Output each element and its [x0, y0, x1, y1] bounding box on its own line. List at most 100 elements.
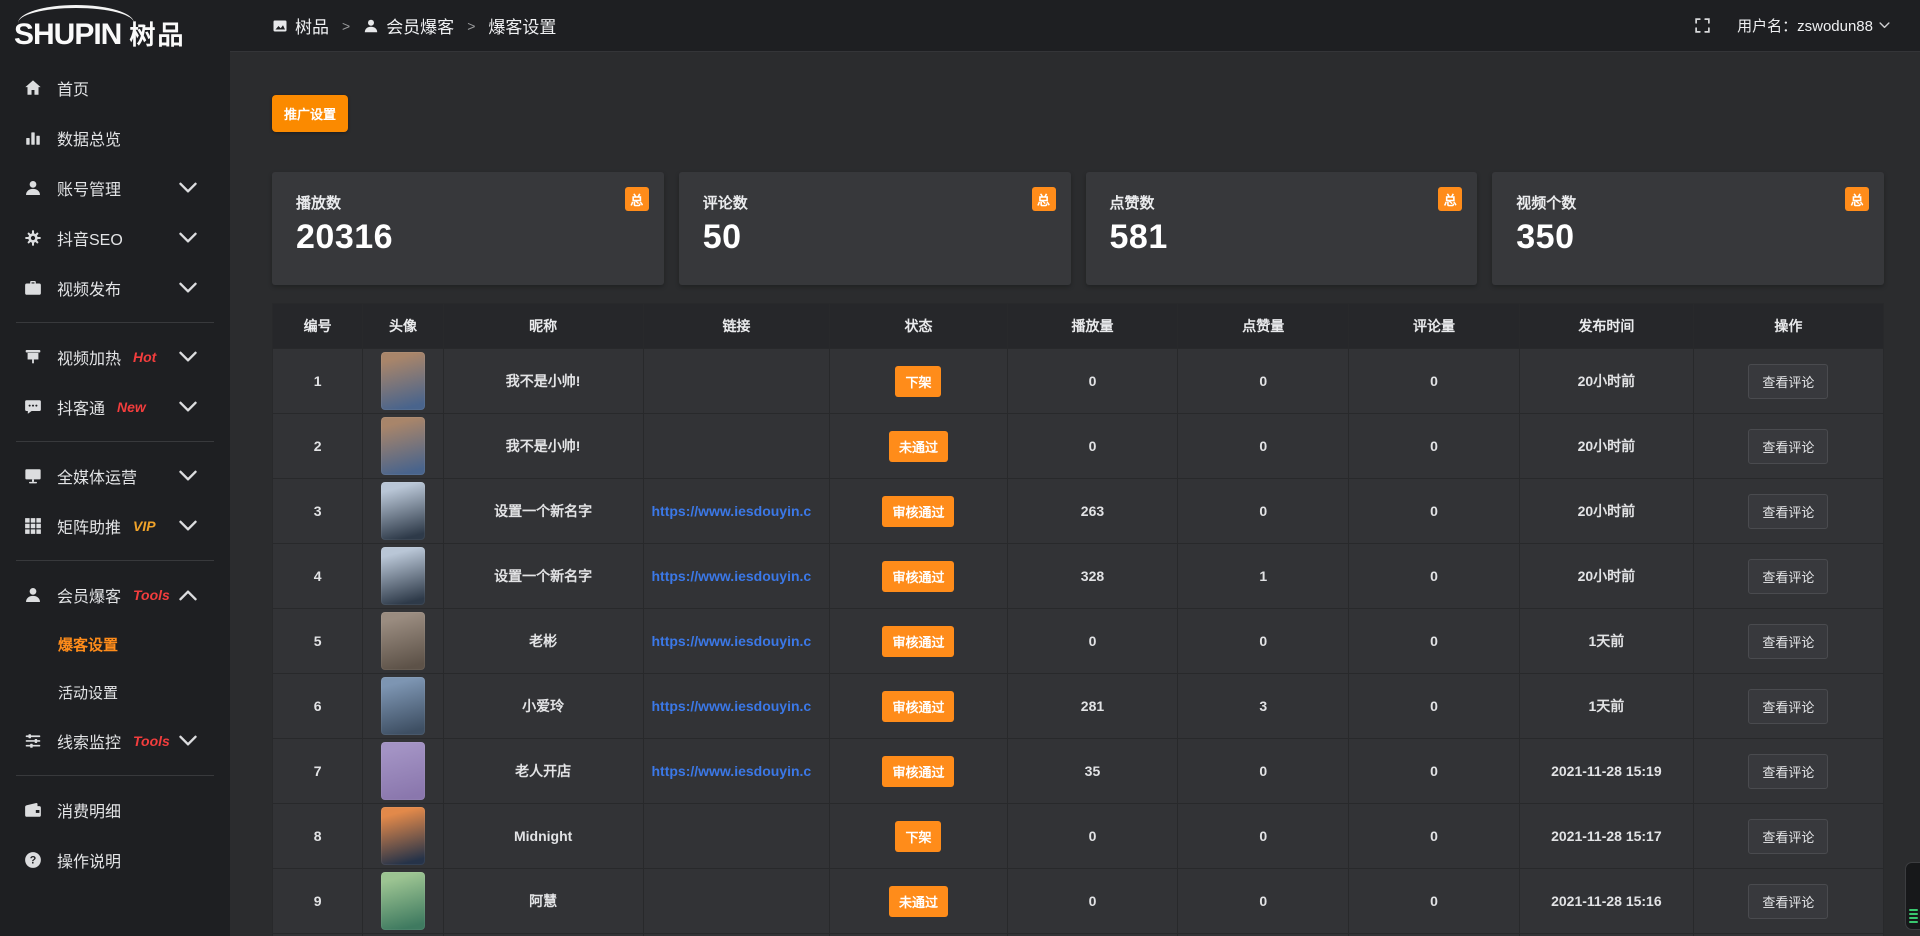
sidebar-item-operation-guide[interactable]: ?操作说明: [0, 835, 230, 885]
cell-time: 20小时前: [1519, 414, 1693, 479]
breadcrumb-item[interactable]: 爆客设置: [488, 13, 556, 38]
sidebar-item-activity-settings[interactable]: 活动设置: [0, 668, 230, 716]
cell-avatar: [363, 869, 444, 934]
view-comments-button[interactable]: 查看评论: [1748, 364, 1828, 399]
sidebar-item-label: 全媒体运营: [57, 464, 137, 488]
table-row: 5老彬https://www.iesdouyin.c审核通过0001天前查看评论: [273, 609, 1884, 674]
breadcrumb-item[interactable]: 会员爆客: [363, 13, 454, 38]
sidebar-item-clue-monitor[interactable]: 线索监控Tools: [0, 716, 230, 766]
video-link[interactable]: https://www.iesdouyin.c: [644, 568, 830, 584]
video-link[interactable]: https://www.iesdouyin.c: [644, 763, 830, 779]
sidebar-item-doukertong[interactable]: 抖客通New: [0, 382, 230, 432]
main-content: 推广设置 播放数20316总评论数50总点赞数581总视频个数350总 编号头像…: [230, 52, 1920, 936]
sidebar-item-label: 线索监控: [57, 729, 121, 753]
chevron-down-icon: [179, 732, 197, 750]
sidebar-item-media-operation[interactable]: 全媒体运营: [0, 451, 230, 501]
cell-link: [643, 349, 830, 414]
status-badge: 下架: [895, 366, 941, 397]
topbar: 树品>会员爆客>爆客设置 用户名：zswodun88: [230, 0, 1920, 52]
sidebar-item-douyin-seo[interactable]: 抖音SEO: [0, 213, 230, 263]
cell-action: 查看评论: [1693, 479, 1883, 544]
cell-likes: 0: [1178, 414, 1349, 479]
stat-total-badge: 总: [1438, 187, 1462, 211]
cell-action: 查看评论: [1693, 349, 1883, 414]
stat-card-3: 点赞数581总: [1086, 172, 1478, 285]
cell-action: 查看评论: [1693, 739, 1883, 804]
cell-avatar: [363, 609, 444, 674]
sidebar-item-home[interactable]: 首页: [0, 63, 230, 113]
cell-time: 1天前: [1519, 609, 1693, 674]
cell-link: [643, 804, 830, 869]
sidebar-item-label: 首页: [57, 76, 89, 100]
user-icon: [363, 18, 379, 34]
user-menu[interactable]: 用户名：zswodun88: [1737, 15, 1890, 36]
briefcase-icon: [24, 279, 42, 297]
breadcrumb-item[interactable]: 树品: [272, 13, 329, 38]
videos-table: 编号头像昵称链接状态播放量点赞量评论量发布时间操作 1我不是小帅!下架00020…: [272, 303, 1884, 936]
video-link[interactable]: https://www.iesdouyin.c: [644, 503, 830, 519]
stat-label: 视频个数: [1516, 192, 1860, 213]
cell-plays: 0: [1007, 349, 1178, 414]
stat-total-badge: 总: [625, 187, 649, 211]
sidebar-item-baoke-settings[interactable]: 爆客设置: [0, 620, 230, 668]
view-comments-button[interactable]: 查看评论: [1748, 624, 1828, 659]
cell-nickname: 老人开店: [443, 739, 643, 804]
cell-comments: 0: [1349, 869, 1520, 934]
fullscreen-icon[interactable]: [1694, 17, 1711, 34]
sidebar-item-label: 视频加热: [57, 345, 121, 369]
sidebar-item-matrix-boost[interactable]: 矩阵助推VIP: [0, 501, 230, 551]
avatar: [381, 612, 425, 670]
status-badge: 审核通过: [882, 496, 954, 527]
sidebar-item-member-baoke[interactable]: 会员爆客Tools: [0, 570, 230, 620]
floating-widget[interactable]: [1905, 862, 1920, 930]
sidebar-item-data-overview[interactable]: 数据总览: [0, 113, 230, 163]
sidebar-divider: [16, 322, 214, 323]
column-header: 操作: [1693, 304, 1883, 349]
sidebar-divider: [16, 441, 214, 442]
cell-link: https://www.iesdouyin.c: [643, 544, 830, 609]
sidebar-item-tag: VIP: [133, 518, 156, 534]
sidebar-item-label: 抖音SEO: [57, 226, 123, 250]
grid-icon: [24, 517, 42, 535]
view-comments-button[interactable]: 查看评论: [1748, 429, 1828, 464]
brand-logo[interactable]: SHUPIN 树品: [0, 0, 230, 57]
cell-avatar: [363, 544, 444, 609]
avatar: [381, 547, 425, 605]
video-link[interactable]: https://www.iesdouyin.c: [644, 633, 830, 649]
cell-id: 1: [273, 349, 363, 414]
column-header: 头像: [363, 304, 444, 349]
svg-text:?: ?: [30, 855, 37, 867]
sidebar-item-tag: Hot: [133, 349, 156, 365]
cell-action: 查看评论: [1693, 609, 1883, 674]
cell-nickname: 设置一个新名字: [443, 479, 643, 544]
status-badge: 审核通过: [882, 756, 954, 787]
view-comments-button[interactable]: 查看评论: [1748, 819, 1828, 854]
logo-text-en: SHUPIN: [14, 18, 121, 52]
sidebar-item-consume-details[interactable]: 消费明细: [0, 785, 230, 835]
cell-avatar: [363, 804, 444, 869]
logo-text-cn: 树品: [129, 15, 185, 52]
stats-row: 播放数20316总评论数50总点赞数581总视频个数350总: [272, 172, 1884, 285]
promo-settings-button[interactable]: 推广设置: [272, 95, 348, 132]
view-comments-button[interactable]: 查看评论: [1748, 689, 1828, 724]
video-link[interactable]: https://www.iesdouyin.c: [644, 698, 830, 714]
view-comments-button[interactable]: 查看评论: [1748, 754, 1828, 789]
sidebar-item-video-heat[interactable]: 视频加热 Hot: [0, 332, 230, 382]
chevron-up-icon: [179, 586, 197, 604]
cell-avatar: [363, 674, 444, 739]
table-row: 2我不是小帅!未通过00020小时前查看评论: [273, 414, 1884, 479]
cell-comments: 0: [1349, 349, 1520, 414]
view-comments-button[interactable]: 查看评论: [1748, 884, 1828, 919]
chevron-down-icon: [179, 398, 197, 416]
cell-nickname: 老彬: [443, 609, 643, 674]
view-comments-button[interactable]: 查看评论: [1748, 559, 1828, 594]
sidebar-item-video-publish[interactable]: 视频发布: [0, 263, 230, 313]
cell-plays: 0: [1007, 804, 1178, 869]
sidebar-item-account-manage[interactable]: 账号管理: [0, 163, 230, 213]
cell-action: 查看评论: [1693, 869, 1883, 934]
cell-avatar: [363, 739, 444, 804]
home-icon: [24, 79, 42, 97]
sidebar-divider: [16, 775, 214, 776]
view-comments-button[interactable]: 查看评论: [1748, 494, 1828, 529]
cell-nickname: Midnight: [443, 804, 643, 869]
